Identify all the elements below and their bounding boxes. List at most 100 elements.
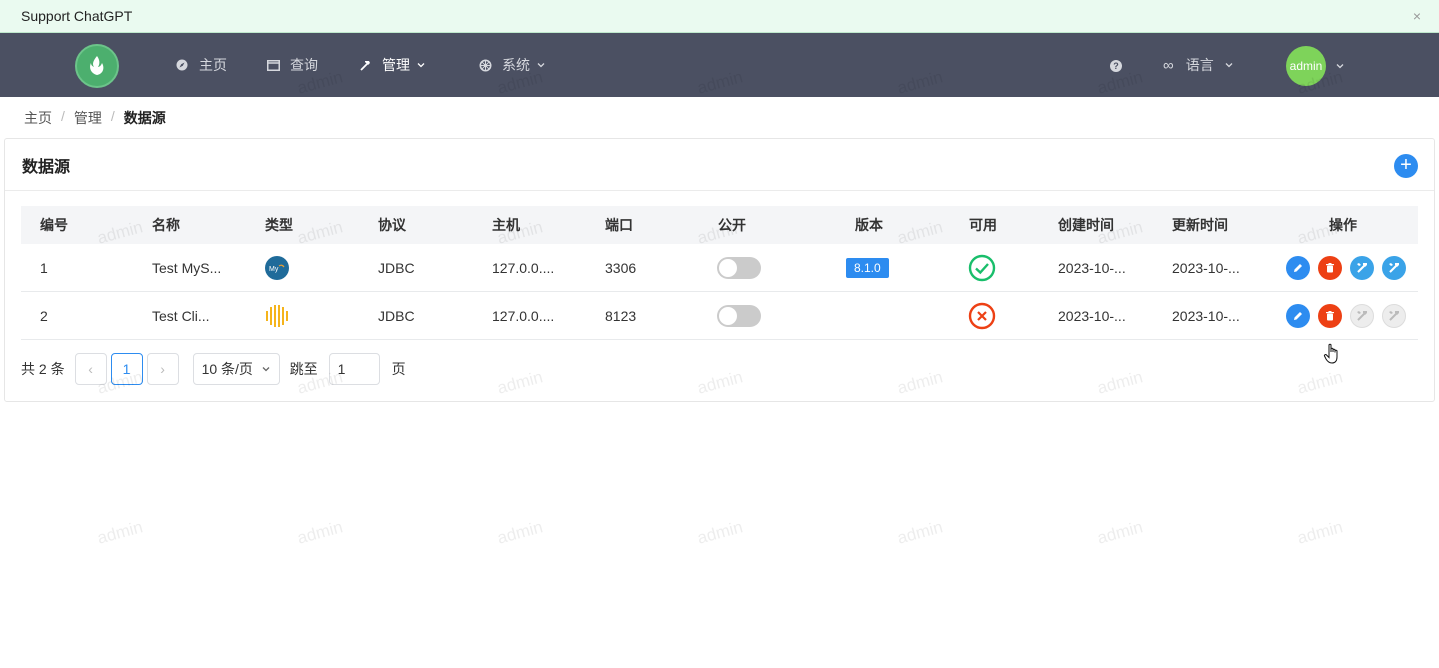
svg-text:My: My [269,266,279,273]
close-icon[interactable]: × [1413,8,1421,24]
cell-protocol: JDBC [378,259,415,276]
cell-name: Test MyS... [152,259,222,276]
watermark: admin [295,517,345,548]
prev-page-button[interactable]: ‹ [74,353,107,385]
nav-label-system: 系统 [502,57,530,73]
cell-host: 127.0.0.... [492,259,555,276]
jump-label: 跳至 [289,361,318,377]
chevron-down-icon [417,63,425,68]
page-1-button[interactable]: 1 [110,353,143,385]
x-circle-icon [968,292,996,339]
chevron-down-icon [537,63,545,68]
table-row: 2 Test Cli... JDBC 127.0.0.... 8123 2023… [21,292,1418,340]
breadcrumb-manage[interactable]: 管理 [74,108,102,128]
watermark: admin [695,517,745,548]
settings-tools-button-disabled [1382,303,1406,328]
nav-item-manage[interactable]: 管理 [358,33,426,97]
hand-cursor-icon [1323,343,1338,364]
flame-icon [90,56,104,75]
tools-icon [1389,262,1399,273]
page-title: 数据源 [22,158,71,176]
table-row: 1 Test MyS... My JDBC 127.0.0.... 3306 8… [21,244,1418,292]
pencil-icon [1294,311,1302,320]
clickhouse-icon [265,292,291,339]
avatar[interactable]: admin [1286,46,1326,86]
nav-item-system[interactable]: 系统 [478,33,546,97]
gear-icon [478,58,492,72]
cell-id: 2 [40,307,48,324]
nav-item-home[interactable]: 主页 [175,33,227,97]
breadcrumb-separator: / [110,108,115,124]
public-toggle[interactable] [717,292,761,339]
language-selector[interactable]: ∞ 语言 [1163,33,1234,97]
notice-text: Support ChatGPT [21,8,133,24]
tools-icon [1357,262,1367,273]
pencil-icon [1294,263,1302,272]
edit-button[interactable] [1286,255,1310,280]
cell-port: 3306 [605,259,637,276]
nav-item-query[interactable]: 查询 [266,33,318,97]
column-header-protocol: 协议 [378,217,406,233]
add-datasource-button[interactable]: + [1394,154,1418,178]
logo[interactable] [75,44,119,88]
jump-page-input[interactable]: 1 [328,353,380,385]
settings-tools-button[interactable] [1382,255,1406,280]
tools-button[interactable] [1350,255,1374,280]
watermark: admin [1295,517,1345,548]
total-count: 共 2 条 [21,361,65,377]
page-size-select[interactable]: 10 条/页 [192,353,280,385]
check-circle-icon [968,244,996,291]
column-header-created: 创建时间 [1058,217,1114,233]
column-header-host: 主机 [492,217,520,233]
compass-icon [175,58,189,72]
breadcrumb-home[interactable]: 主页 [24,108,52,128]
jump-suffix: 页 [391,361,406,377]
breadcrumb-separator: / [61,108,65,124]
hammer-icon [358,58,372,72]
nav-label-query: 查询 [290,57,318,73]
watermark: admin [895,517,945,548]
tools-icon [1389,310,1399,321]
cell-updated: 2023-10-... [1172,307,1240,324]
cell-port: 8123 [605,307,637,324]
version-badge: 8.1.0 [846,244,889,291]
delete-button[interactable] [1318,255,1342,280]
window-icon [266,58,280,72]
trash-icon [1326,310,1334,320]
column-header-actions: 操作 [1329,217,1357,233]
infinity-icon: ∞ [1163,56,1174,74]
next-page-button[interactable]: › [146,353,179,385]
breadcrumb: 主页 / 管理 / 数据源 [24,108,166,128]
mysql-icon: My [265,244,289,291]
delete-button[interactable] [1318,303,1342,328]
help-icon[interactable]: ? [1110,60,1122,72]
chevron-down-icon [1225,63,1233,68]
watermark: admin [495,517,545,548]
watermark: admin [1095,517,1145,548]
edit-button[interactable] [1286,303,1310,328]
nav-label-home: 主页 [199,57,227,73]
column-header-updated: 更新时间 [1172,217,1228,233]
tools-button-disabled [1350,303,1374,328]
trash-icon [1326,262,1334,272]
tools-icon [1357,310,1367,321]
column-header-available: 可用 [969,217,997,233]
notice-bar: Support ChatGPT × [0,0,1439,33]
cell-protocol: JDBC [378,307,415,324]
public-toggle[interactable] [717,244,761,291]
watermark: admin [95,517,145,548]
table-header: 编号 名称 类型 协议 主机 端口 公开 版本 可用 创建时间 更新时间 操作 [21,206,1418,244]
language-label: 语言 [1185,57,1214,73]
card-header: 数据源 [5,139,1434,191]
column-header-version: 版本 [855,217,883,233]
cell-updated: 2023-10-... [1172,259,1240,276]
datasource-table: 编号 名称 类型 协议 主机 端口 公开 版本 可用 创建时间 更新时间 操作 … [21,206,1418,340]
breadcrumb-current: 数据源 [123,110,166,126]
column-header-port: 端口 [605,217,633,233]
column-header-public: 公开 [718,217,746,233]
chevron-down-icon[interactable] [1335,61,1345,71]
cell-host: 127.0.0.... [492,307,555,324]
top-navbar: 主页 查询 管理 系统 ? ∞ 语言 admin [0,33,1439,97]
column-header-id: 编号 [40,217,68,233]
cell-created: 2023-10-... [1058,307,1126,324]
